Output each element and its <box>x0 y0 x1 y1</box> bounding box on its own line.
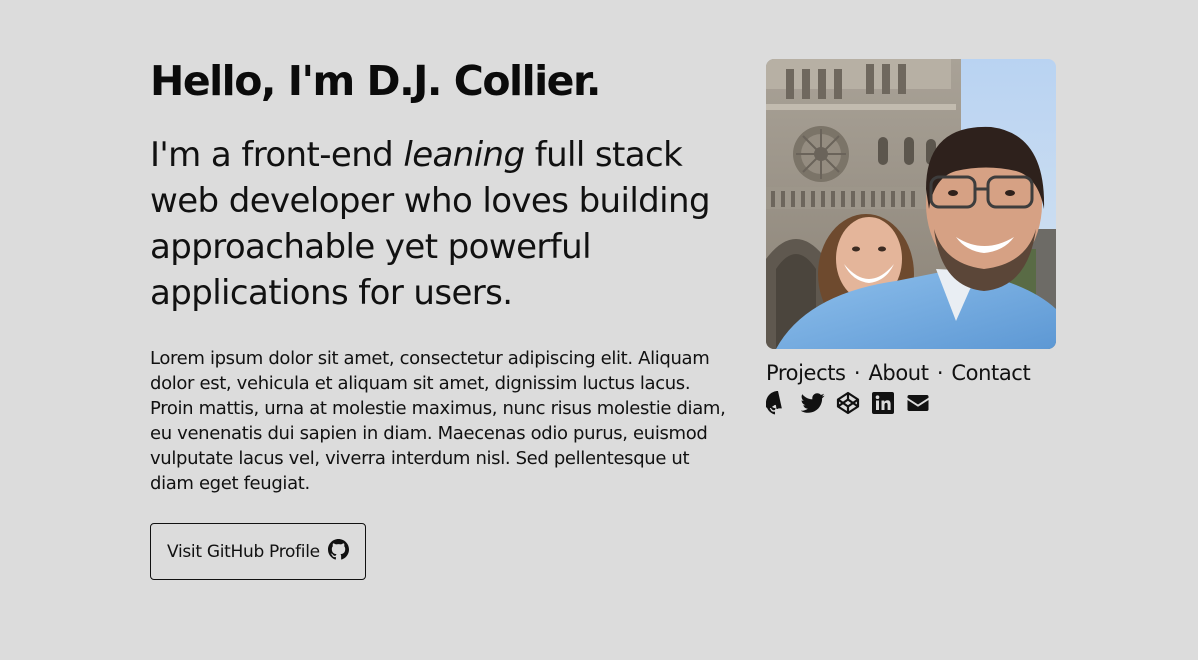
visit-github-button[interactable]: Visit GitHub Profile <box>150 523 366 580</box>
tagline-emphasis: leaning <box>403 135 525 175</box>
linkedin-icon[interactable] <box>871 391 895 415</box>
profile-section: Projects · About · Contact <box>766 59 1056 415</box>
page: Hello, I'm D.J. Collier. I'm a front-end… <box>0 0 1198 660</box>
envelope-icon[interactable] <box>906 391 930 415</box>
nav-projects-link[interactable]: Projects <box>766 361 846 385</box>
visit-github-label: Visit GitHub Profile <box>167 541 320 562</box>
page-title: Hello, I'm D.J. Collier. <box>150 57 601 105</box>
tagline-start: I'm a front-end <box>150 135 404 175</box>
nav-contact-link[interactable]: Contact <box>951 361 1030 385</box>
github-icon[interactable] <box>766 391 790 415</box>
nav-about-link[interactable]: About <box>868 361 928 385</box>
codepen-icon[interactable] <box>836 391 860 415</box>
social-links <box>766 391 1056 415</box>
tagline: I'm a front-end leaning full stack web d… <box>150 132 730 316</box>
intro-paragraph: Lorem ipsum dolor sit amet, consectetur … <box>150 348 726 494</box>
nav-separator: · <box>853 361 861 385</box>
profile-photo <box>766 59 1056 349</box>
hero-section: Hello, I'm D.J. Collier. I'm a front-end… <box>150 52 735 580</box>
site-nav: Projects · About · Contact <box>766 361 1056 385</box>
nav-separator: · <box>936 361 944 385</box>
github-icon <box>327 538 349 565</box>
twitter-icon[interactable] <box>801 391 825 415</box>
